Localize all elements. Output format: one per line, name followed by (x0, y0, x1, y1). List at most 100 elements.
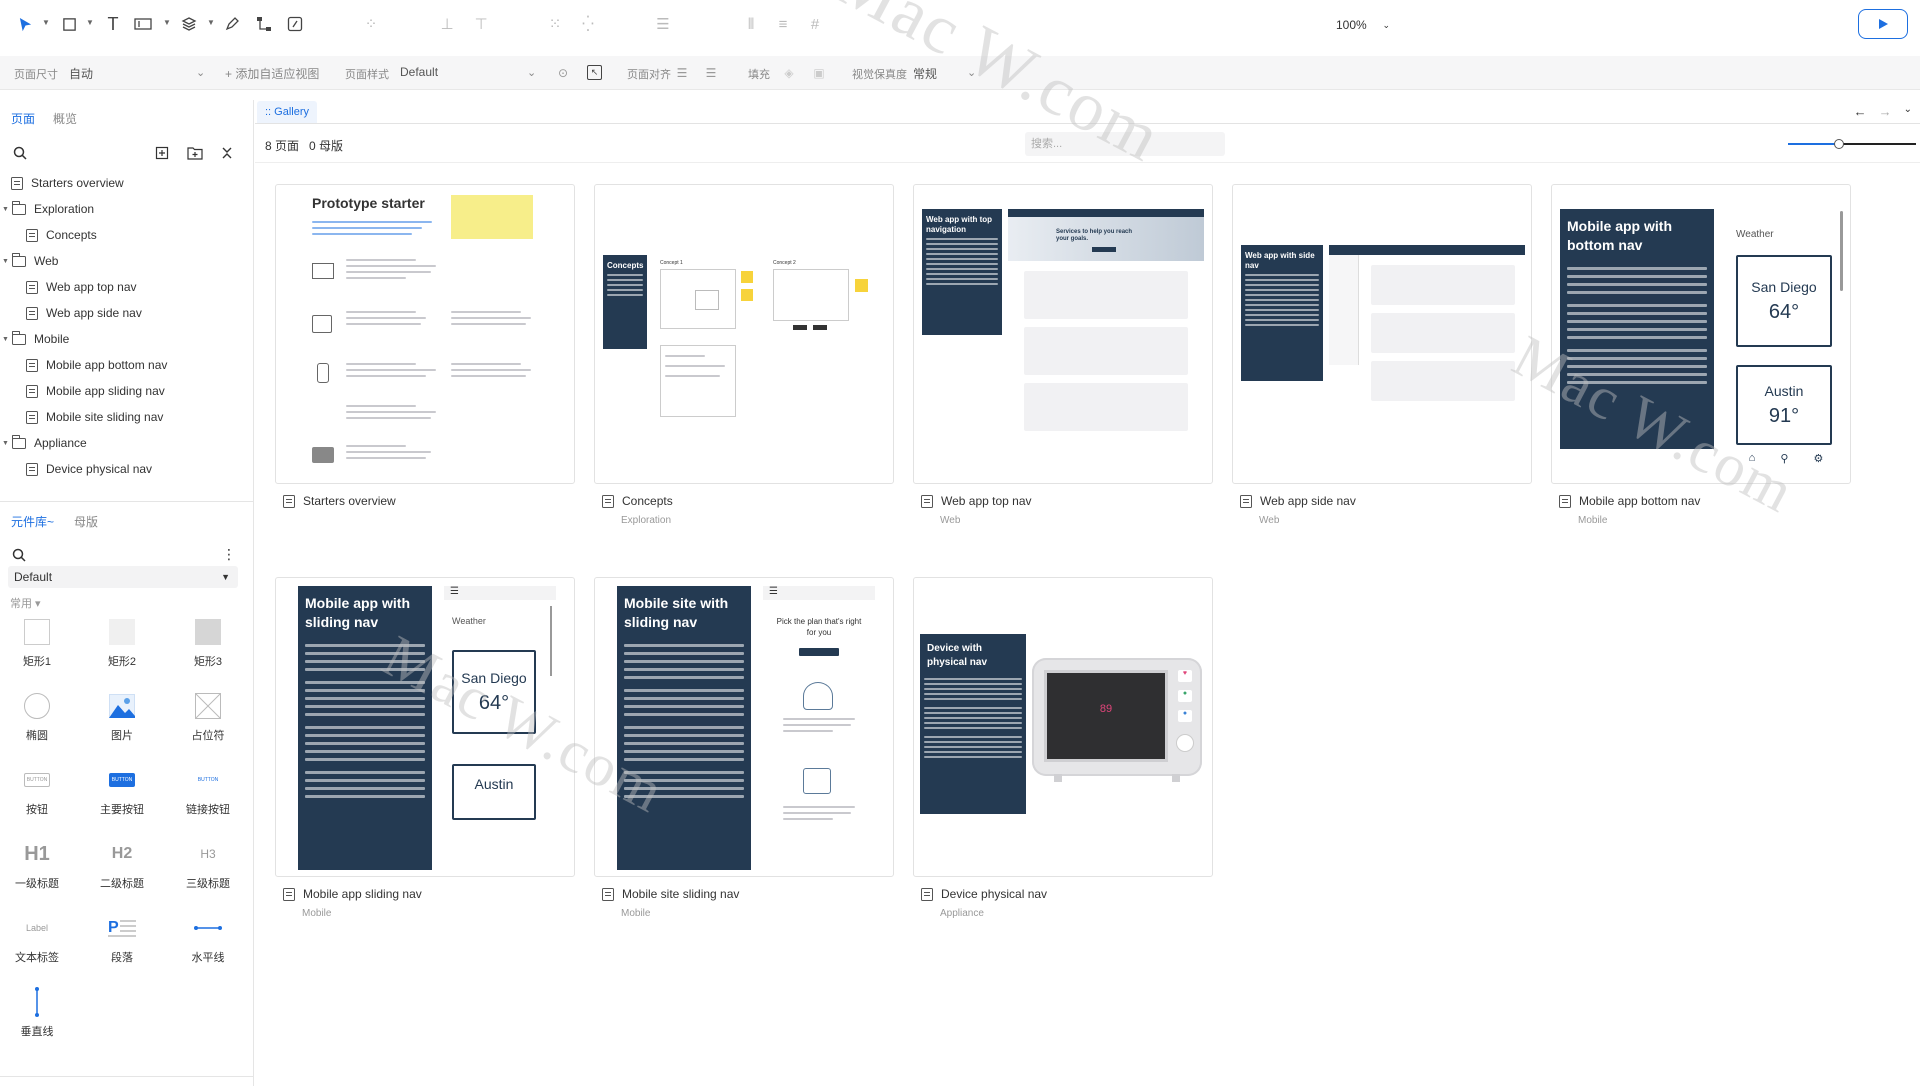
align-center-icon[interactable]: ☰ (703, 65, 719, 81)
widget-rectangle2[interactable]: 矩形2 (87, 615, 157, 675)
card-thumbnail[interactable]: Prototype starter (275, 184, 575, 484)
chevron-down-icon[interactable]: ⌄ (967, 66, 976, 79)
align-top-icon[interactable]: ⊤ (470, 13, 492, 35)
widget-heading1[interactable]: H1 一级标题 (2, 837, 72, 897)
distribute-vertical-icon[interactable]: ≡ (772, 13, 794, 35)
preview-button[interactable] (1858, 9, 1908, 39)
tree-folder[interactable]: ▼ Mobile (0, 326, 254, 352)
group-objects-icon[interactable]: ⁙ (544, 13, 566, 35)
widget-rectangle3[interactable]: 矩形3 (173, 615, 243, 675)
rectangle-icon[interactable] (58, 13, 80, 35)
widget-heading3[interactable]: H3 三级标题 (173, 837, 243, 897)
widget-heading2[interactable]: H2 二级标题 (87, 837, 157, 897)
widget-placeholder[interactable]: 占位符 (173, 689, 243, 749)
ungroup-icon[interactable]: ⁛ (577, 13, 599, 35)
widget-ellipse[interactable]: 椭圆 (2, 689, 72, 749)
widget-link-button[interactable]: BUTTON 链接按钮 (173, 763, 243, 823)
widget-button[interactable]: BUTTON 按钮 (2, 763, 72, 823)
chevron-down-icon[interactable]: ▼ (86, 18, 94, 27)
card-thumbnail[interactable]: Mobile app with bottom nav Weather San D… (1551, 184, 1851, 484)
gallery-card[interactable]: Device with physical nav 89 ♥ ● ● Device… (913, 577, 1213, 920)
fill-color-icon[interactable]: ◈ (781, 65, 797, 81)
group-icon[interactable]: ⁘ (360, 13, 382, 35)
chevron-down-icon[interactable]: ▼ (2, 440, 9, 447)
collapse-all-icon[interactable] (218, 144, 236, 162)
card-title[interactable]: Concepts (594, 494, 894, 508)
chevron-down-icon[interactable]: ▼ (2, 336, 9, 343)
arrow-left-icon[interactable]: ← (1854, 104, 1867, 119)
tab-libraries[interactable]: 元件库~ (11, 513, 54, 530)
crop-icon[interactable]: ↖ (587, 65, 602, 80)
tree-page[interactable]: Starters overview (0, 170, 254, 196)
distribute-horizontal-icon[interactable]: ⦀ (740, 13, 762, 35)
search-icon[interactable] (11, 144, 29, 162)
more-options-icon[interactable]: ⋮ (222, 546, 236, 563)
gallery-card[interactable]: Concepts Concept 1 Concept 2 Concepts Ex… (594, 184, 894, 527)
tree-page[interactable]: Web app top nav (0, 274, 254, 300)
tab-pages[interactable]: 页面 (11, 110, 35, 127)
card-thumbnail[interactable]: Mobile app with sliding nav ☰ Weather Sa… (275, 577, 575, 877)
tab-gallery[interactable]: :: Gallery (257, 101, 318, 123)
gallery-card[interactable]: Prototype starter Starters overview (275, 184, 575, 527)
tree-page[interactable]: Device physical nav (0, 456, 254, 482)
widget-image[interactable]: 图片 (87, 689, 157, 749)
align-bottom-icon[interactable]: ⊥ (436, 13, 458, 35)
chevron-down-icon[interactable]: ▼ (163, 18, 171, 27)
gallery-card[interactable]: Mobile app with sliding nav ☰ Weather Sa… (275, 577, 575, 920)
tree-page[interactable]: Mobile app bottom nav (0, 352, 254, 378)
align-left-icon[interactable]: ☰ (674, 65, 690, 81)
widget-horizontal-line[interactable]: 水平线 (173, 911, 243, 971)
pen-icon[interactable] (221, 13, 243, 35)
card-thumbnail[interactable]: Web app with side nav (1232, 184, 1532, 484)
chevron-down-icon[interactable]: ⌄ (527, 66, 536, 79)
widget-text-label[interactable]: Label 文本标签 (2, 911, 72, 971)
card-title[interactable]: Mobile app sliding nav (275, 887, 575, 901)
add-adaptive-view-button[interactable]: + 添加自适应视图 (225, 65, 319, 82)
card-thumbnail[interactable]: Concepts Concept 1 Concept 2 (594, 184, 894, 484)
library-search-icon[interactable] (12, 548, 26, 565)
layers-icon[interactable] (178, 13, 200, 35)
chevron-down-icon[interactable]: ▼ (2, 206, 9, 213)
connector-icon[interactable] (253, 13, 275, 35)
thumbnail-size-slider[interactable] (1788, 139, 1916, 149)
tree-page[interactable]: Mobile app sliding nav (0, 378, 254, 404)
tree-page[interactable]: Mobile site sliding nav (0, 404, 254, 430)
input-icon[interactable] (132, 13, 154, 35)
gallery-search-input[interactable] (1025, 132, 1225, 156)
pointer-icon[interactable] (14, 13, 36, 35)
slider-handle[interactable] (1834, 139, 1845, 149)
card-title[interactable]: Web app top nav (913, 494, 1213, 508)
chevron-down-icon[interactable]: ⌄ (1904, 104, 1912, 119)
tree-folder[interactable]: ▼ Appliance (0, 430, 254, 456)
tree-page[interactable]: Concepts (0, 222, 254, 248)
widget-group-common[interactable]: 常用 ▾ (10, 595, 41, 611)
card-thumbnail[interactable]: Mobile site with sliding nav ☰ Pick the … (594, 577, 894, 877)
add-folder-icon[interactable] (186, 144, 204, 162)
card-thumbnail[interactable]: Web app with top navigation Services to … (913, 184, 1213, 484)
fill-image-icon[interactable]: ▣ (811, 65, 827, 81)
chevron-down-icon[interactable]: ▼ (207, 18, 215, 27)
chevron-down-icon[interactable]: ⌄ (196, 66, 205, 79)
card-title[interactable]: Mobile app bottom nav (1551, 494, 1851, 508)
gallery-card[interactable]: Mobile site with sliding nav ☰ Pick the … (594, 577, 894, 920)
arrange-icon[interactable]: ☰ (652, 13, 674, 35)
chevron-down-icon[interactable]: ▼ (42, 18, 50, 27)
widget-vertical-line[interactable]: 垂直线 (2, 985, 72, 1045)
gallery-card[interactable]: Mobile app with bottom nav Weather San D… (1551, 184, 1851, 527)
tab-outline[interactable]: 概览 (53, 110, 77, 127)
card-thumbnail[interactable]: Device with physical nav 89 ♥ ● ● (913, 577, 1213, 877)
widget-primary-button[interactable]: BUTTON 主要按钮 (87, 763, 157, 823)
visual-fidelity-select[interactable]: 常规 (913, 65, 937, 82)
tab-masters[interactable]: 母版 (74, 513, 98, 530)
text-icon[interactable]: T (102, 13, 124, 35)
arrow-right-icon[interactable]: → (1879, 104, 1892, 119)
tree-folder[interactable]: ▼ Exploration (0, 196, 254, 222)
note-icon[interactable] (284, 13, 306, 35)
gallery-card[interactable]: Web app with top navigation Services to … (913, 184, 1213, 527)
zoom-select[interactable]: 100% ⌄ (1328, 12, 1396, 38)
card-title[interactable]: Mobile site sliding nav (594, 887, 894, 901)
chevron-down-icon[interactable]: ▼ (2, 258, 9, 265)
gallery-card[interactable]: Web app with side nav Web app side nav W… (1232, 184, 1532, 527)
card-title[interactable]: Web app side nav (1232, 494, 1532, 508)
page-notes-icon[interactable]: ⊙ (555, 65, 571, 81)
